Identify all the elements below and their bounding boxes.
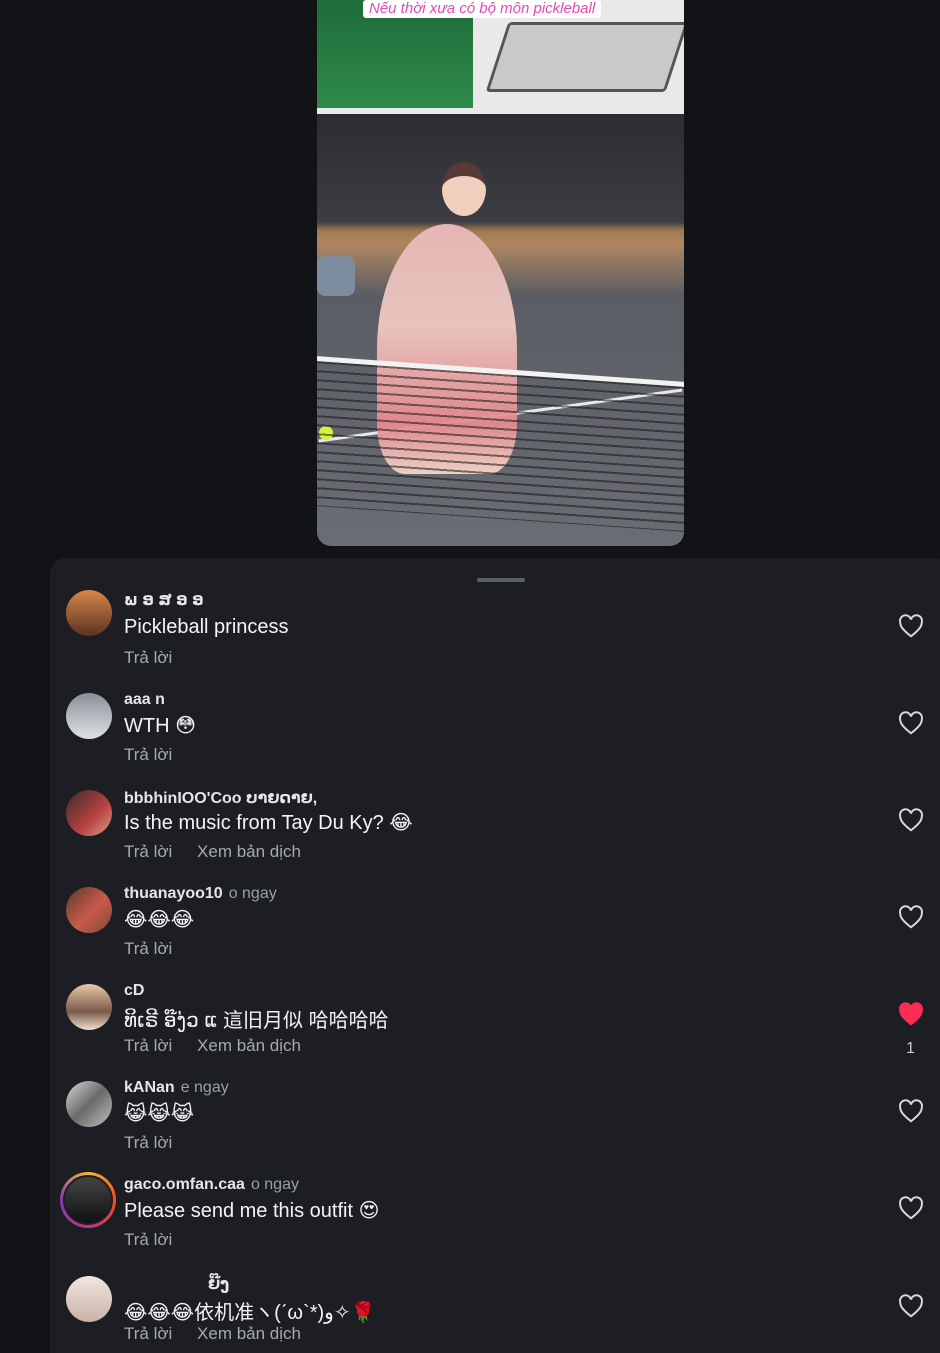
avatar[interactable] <box>66 887 112 933</box>
like-button[interactable] <box>898 1294 924 1318</box>
heart-icon <box>899 1099 923 1123</box>
comment-item: thuanayoo10 o ngay 😂😂😂 Trả lời <box>66 885 926 977</box>
reply-button[interactable]: Trả lời <box>124 648 172 667</box>
comment-actions: Trả lời <box>124 745 192 765</box>
comment-age: o ngay <box>228 885 277 902</box>
comment-actions: Trả lời <box>124 939 192 959</box>
comment-item: cD ທິເຣີ ອ໊ງ່ວ ແ 這旧月似 哈哈哈哈 Trả lời Xem b… <box>66 982 926 1074</box>
comment-text: 😹😹😹 <box>124 1103 195 1125</box>
comment-age: e ngay <box>180 1079 229 1096</box>
heart-icon <box>899 614 923 638</box>
comment-actions: Trả lời <box>124 648 192 668</box>
comment-username[interactable]: ຍ໊ງ <box>208 1274 235 1294</box>
comments-sheet: ພ ອ ສ ອ ອ Pickleball princess Trả lời aa… <box>50 558 940 1353</box>
comment-item: aaa n WTH 😳 Trả lời <box>66 691 926 783</box>
heart-filled-icon <box>899 1002 923 1026</box>
player-head <box>442 162 486 216</box>
translate-button[interactable]: Xem bản dịch <box>197 842 301 861</box>
username-text: thuanayoo10 <box>124 885 223 902</box>
heart-icon <box>899 1196 923 1220</box>
avatar[interactable] <box>66 984 112 1030</box>
heart-icon <box>899 808 923 832</box>
comment-username[interactable]: thuanayoo10 o ngay <box>124 885 277 903</box>
username-text: gaco.omfan.caa <box>124 1176 245 1193</box>
username-text: ພ ອ ສ ອ ອ <box>124 592 204 609</box>
avatar[interactable] <box>66 1276 112 1322</box>
avatar[interactable] <box>66 790 112 836</box>
comment-item: ຍ໊ງ 😂😂😂依机准ヽ(ˊω`*)و✧🌹 Trả lời Xem bản dịc… <box>66 1276 926 1353</box>
heart-icon <box>899 905 923 929</box>
username-text: cD <box>124 982 145 999</box>
comment-text: Pickleball princess <box>124 616 289 638</box>
comment-username[interactable]: ພ ອ ສ ອ ອ <box>124 590 210 610</box>
video-player[interactable]: Nếu thời xưa có bộ môn pickleball <box>317 0 684 546</box>
like-button[interactable] <box>898 905 924 929</box>
avatar[interactable] <box>66 1081 112 1127</box>
comment-username[interactable]: kANan e ngay <box>124 1079 229 1097</box>
avatar <box>63 1175 113 1225</box>
video-top-frame: Nếu thời xưa có bộ môn pickleball <box>317 0 684 114</box>
translate-button[interactable]: Xem bản dịch <box>197 1324 301 1343</box>
like-button[interactable] <box>898 614 924 638</box>
like-button[interactable] <box>898 1196 924 1220</box>
like-button[interactable] <box>898 1002 924 1026</box>
reply-button[interactable]: Trả lời <box>124 1133 172 1152</box>
comment-text: Please send me this outfit 😍 <box>124 1200 380 1222</box>
like-button[interactable] <box>898 1099 924 1123</box>
comment-actions: Trả lời <box>124 1230 192 1250</box>
heart-icon <box>899 711 923 735</box>
like-button[interactable] <box>898 711 924 735</box>
comment-item: ພ ອ ສ ອ ອ Pickleball princess Trả lời <box>66 590 926 686</box>
avatar[interactable] <box>66 693 112 739</box>
video-main-frame <box>317 114 684 546</box>
paddle-image <box>317 256 355 296</box>
username-text: bbbhinIOO'Coo ບາຍດາຍ, <box>124 790 318 807</box>
username-text: aaa n <box>124 691 165 708</box>
reply-button[interactable]: Trả lời <box>124 1036 172 1055</box>
comment-age: o ngay <box>250 1176 299 1193</box>
pool-table-image <box>485 22 684 92</box>
drag-handle[interactable] <box>477 578 525 582</box>
video-caption: Nếu thời xưa có bộ môn pickleball <box>363 0 602 18</box>
comment-text: 😂😂😂 <box>124 909 195 931</box>
comment-username[interactable]: cD <box>124 982 150 1000</box>
comment-actions: Trả lời Xem bản dịch <box>124 1036 321 1056</box>
comment-text: 😂😂😂依机准ヽ(ˊω`*)و✧🌹 <box>124 1302 376 1324</box>
comment-text: Is the music from Tay Du Ky? 😂 <box>124 812 413 834</box>
comment-actions: Trả lời <box>124 1133 192 1153</box>
court-net <box>317 356 684 532</box>
comment-actions: Trả lời Xem bản dịch <box>124 1324 321 1344</box>
comment-item: bbbhinIOO'Coo ບາຍດາຍ, Is the music from … <box>66 790 926 880</box>
avatar-story-ring[interactable] <box>60 1172 116 1228</box>
translate-button[interactable]: Xem bản dịch <box>197 1036 301 1055</box>
username-text: ຍ໊ງ <box>208 1276 230 1293</box>
reply-button[interactable]: Trả lời <box>124 1324 172 1343</box>
avatar[interactable] <box>66 590 112 636</box>
reply-button[interactable]: Trả lời <box>124 745 172 764</box>
reply-button[interactable]: Trả lời <box>124 1230 172 1249</box>
reply-button[interactable]: Trả lời <box>124 939 172 958</box>
username-text: kANan <box>124 1079 175 1096</box>
like-count: 1 <box>906 1040 915 1057</box>
comment-item: kANan e ngay 😹😹😹 Trả lời <box>66 1079 926 1171</box>
comment-text: ທິເຣີ ອ໊ງ່ວ ແ 這旧月似 哈哈哈哈 <box>124 1010 389 1032</box>
comment-username[interactable]: gaco.omfan.caa o ngay <box>124 1176 299 1194</box>
comment-actions: Trả lời Xem bản dịch <box>124 842 321 862</box>
comment-text: WTH 😳 <box>124 715 196 737</box>
comment-item: gaco.omfan.caa o ngay Please send me this… <box>60 1172 926 1268</box>
like-button[interactable] <box>898 808 924 832</box>
comment-username[interactable]: bbbhinIOO'Coo ບາຍດາຍ, <box>124 788 323 808</box>
reply-button[interactable]: Trả lời <box>124 842 172 861</box>
heart-icon <box>899 1294 923 1318</box>
comment-username[interactable]: aaa n <box>124 691 171 709</box>
